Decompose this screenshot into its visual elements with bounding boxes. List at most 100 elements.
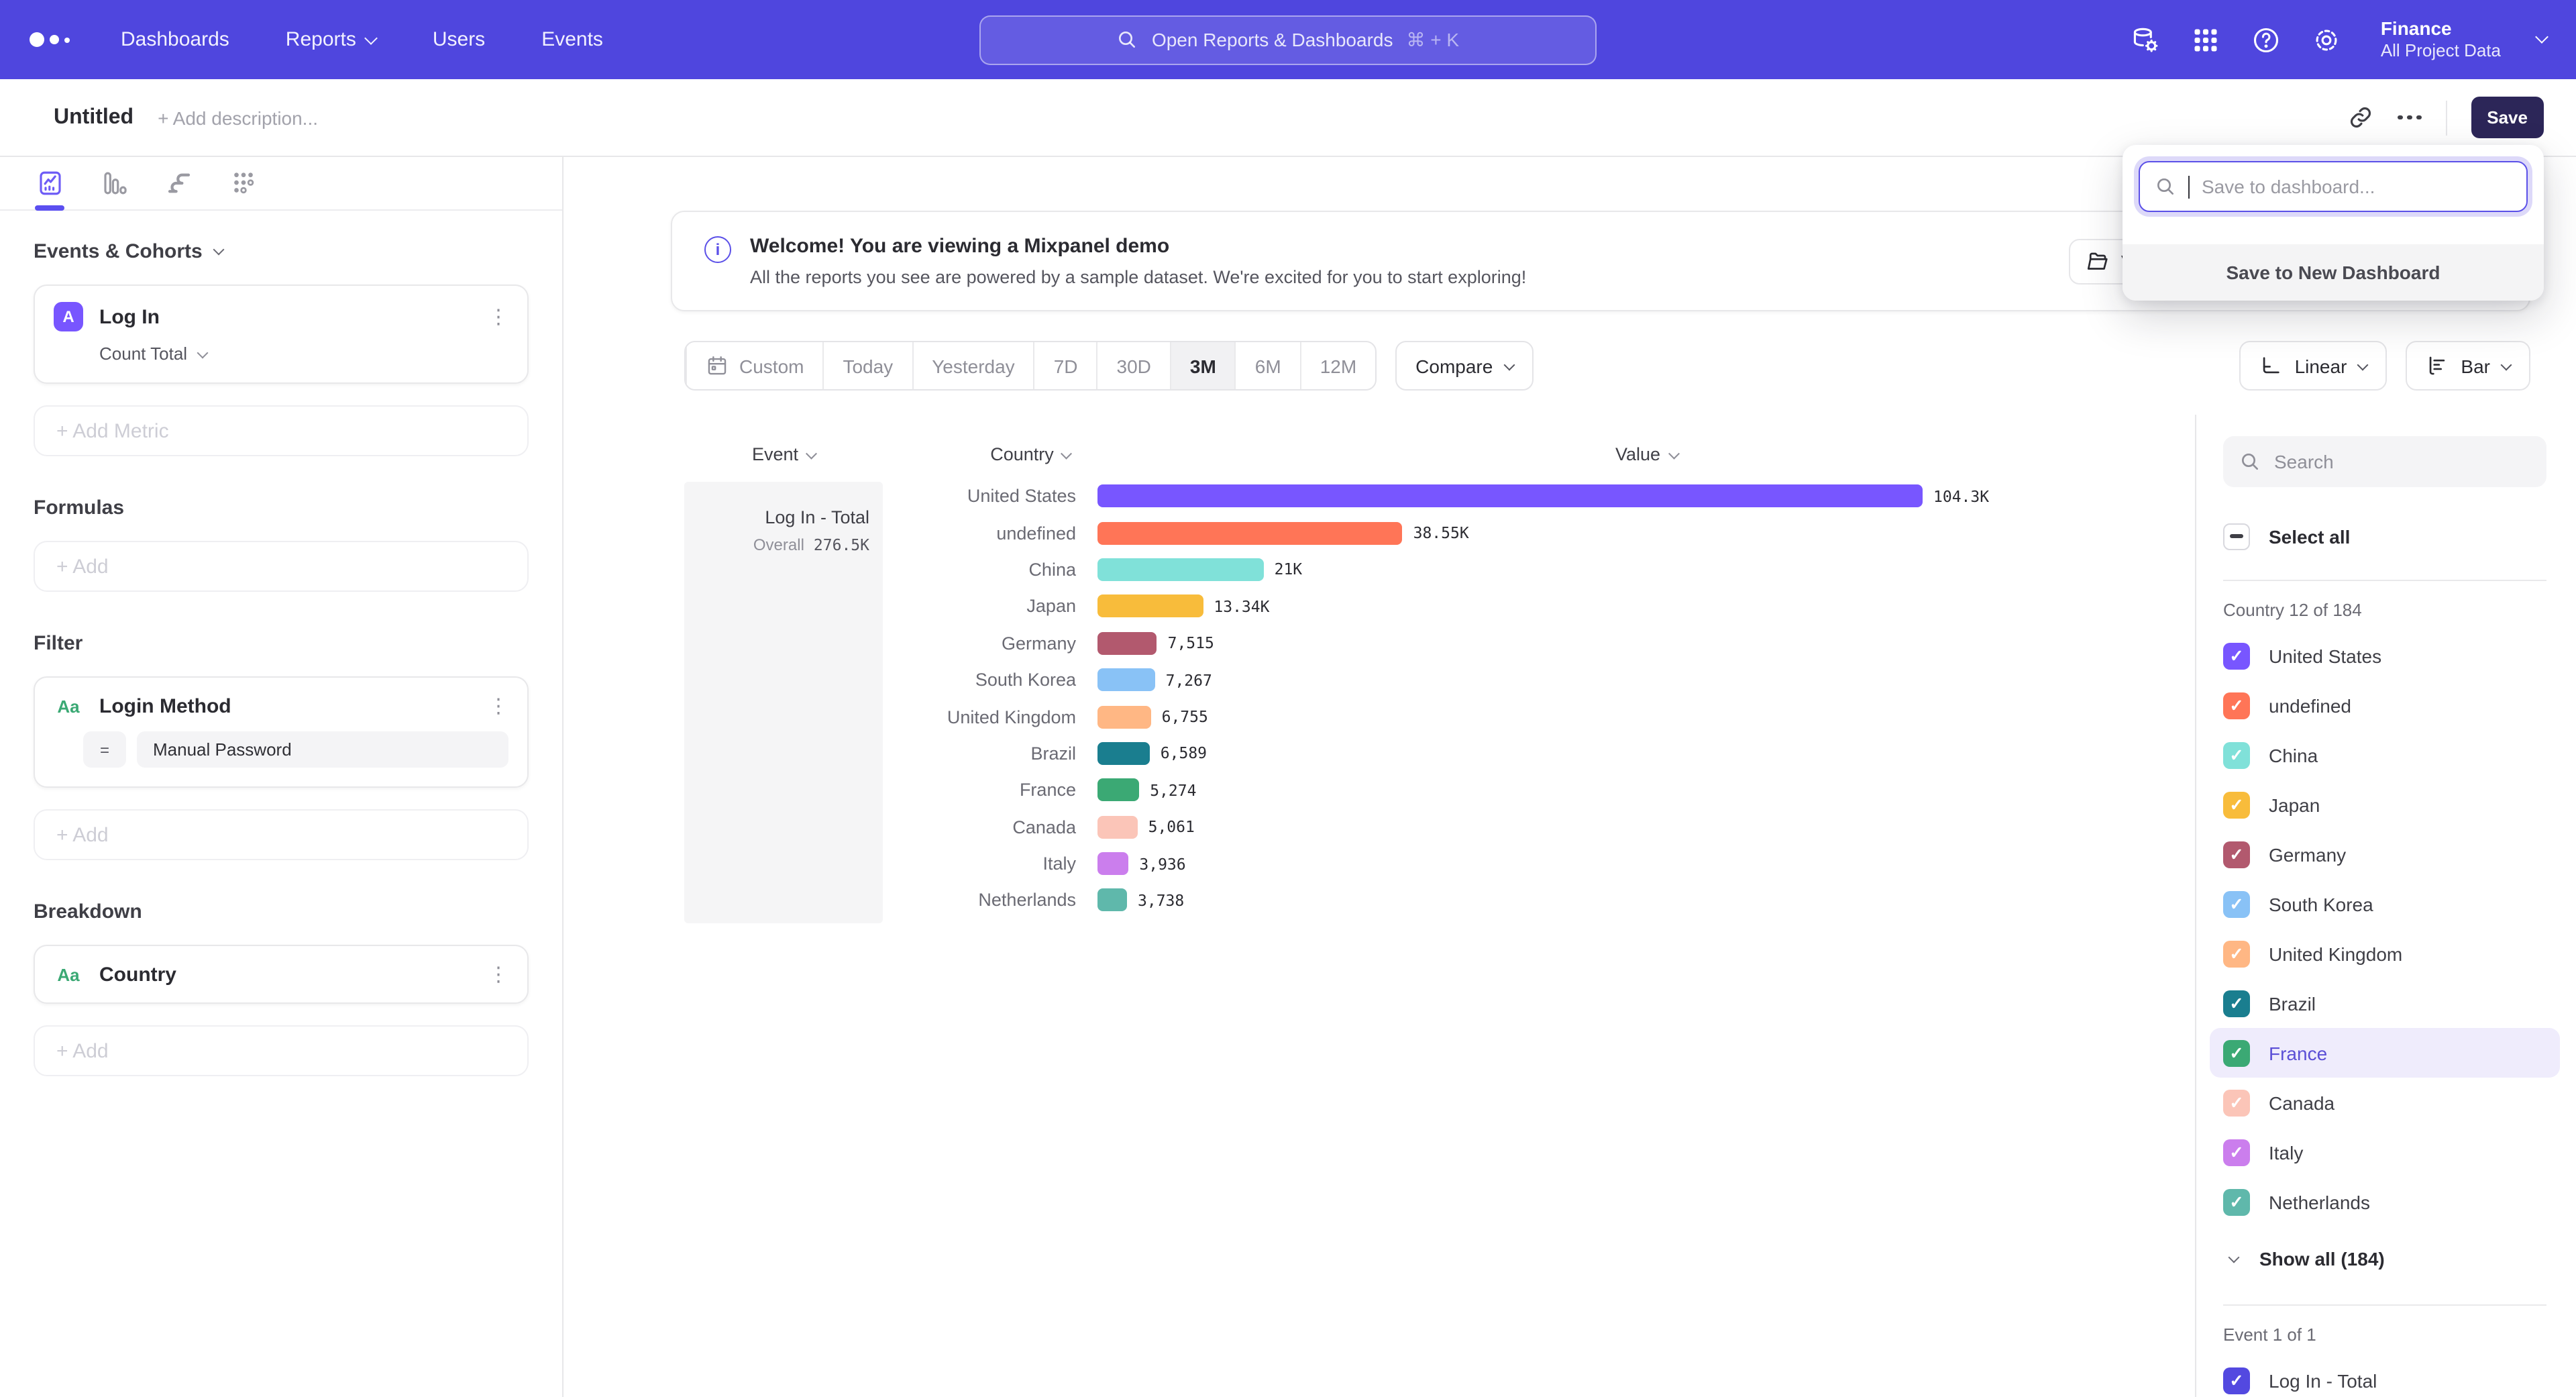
legend-country-row[interactable]: ✓ United Kingdom bbox=[2210, 929, 2560, 978]
country-checkbox[interactable]: ✓ bbox=[2223, 990, 2250, 1017]
bar-segment[interactable] bbox=[1097, 889, 1127, 912]
chart-type-selector[interactable]: Bar bbox=[2406, 341, 2530, 391]
more-options-icon[interactable] bbox=[2398, 115, 2421, 120]
country-checkbox[interactable]: ✓ bbox=[2223, 692, 2250, 719]
bar-segment[interactable] bbox=[1097, 779, 1139, 802]
date-range-option[interactable]: 3M bbox=[1170, 342, 1235, 389]
filter-operator[interactable]: = bbox=[83, 731, 126, 768]
bar-segment[interactable] bbox=[1097, 815, 1138, 838]
legend-country-row[interactable]: ✓ China bbox=[2210, 730, 2560, 780]
date-range-option[interactable]: 30D bbox=[1097, 342, 1170, 389]
help-icon[interactable] bbox=[2252, 25, 2282, 54]
add-formula-button[interactable]: + Add bbox=[34, 541, 529, 592]
add-metric-button[interactable]: + Add Metric bbox=[34, 405, 529, 456]
date-range-option[interactable]: 6M bbox=[1235, 342, 1300, 389]
add-filter-button[interactable]: + Add bbox=[34, 809, 529, 860]
legend-country-row[interactable]: ✓ France bbox=[2210, 1028, 2560, 1078]
kebab-menu-icon[interactable]: ⋮ bbox=[488, 962, 508, 986]
legend-country-row[interactable]: ✓ Italy bbox=[2210, 1127, 2560, 1177]
aggregation-selector[interactable]: Count Total bbox=[99, 344, 508, 364]
data-management-icon[interactable] bbox=[2131, 25, 2161, 54]
filter-card-login-method[interactable]: Aa Login Method ⋮ = Manual Password bbox=[34, 676, 529, 788]
date-range-option[interactable]: 12M bbox=[1300, 342, 1375, 389]
metric-card-log-in[interactable]: A Log In ⋮ Count Total bbox=[34, 284, 529, 384]
info-icon: i bbox=[704, 236, 731, 263]
bar-segment[interactable] bbox=[1097, 668, 1155, 691]
scale-selector[interactable]: Linear bbox=[2240, 341, 2387, 391]
copy-link-icon[interactable] bbox=[2348, 105, 2373, 130]
nav-item[interactable]: Dashboards bbox=[121, 28, 229, 51]
filter-value[interactable]: Manual Password bbox=[137, 731, 508, 768]
legend-country-row[interactable]: ✓ South Korea bbox=[2210, 879, 2560, 929]
nav-item[interactable]: Reports bbox=[286, 28, 376, 51]
bar-value-label: 3,738 bbox=[1138, 891, 1184, 910]
bar-segment[interactable] bbox=[1097, 852, 1128, 875]
event-checkbox[interactable]: ✓ bbox=[2223, 1367, 2250, 1394]
select-all-row[interactable]: Select all bbox=[2210, 511, 2560, 561]
add-breakdown-button[interactable]: + Add bbox=[34, 1025, 529, 1076]
legend-search-input[interactable]: Search bbox=[2223, 436, 2546, 487]
legend-country-row[interactable]: ✓ undefined bbox=[2210, 680, 2560, 730]
bar-segment[interactable] bbox=[1097, 521, 1403, 544]
kebab-menu-icon[interactable]: ⋮ bbox=[488, 694, 508, 718]
country-checkbox[interactable]: ✓ bbox=[2223, 890, 2250, 917]
legend-country-row[interactable]: ✓ Japan bbox=[2210, 780, 2560, 829]
column-header-value[interactable]: Value bbox=[1097, 444, 2195, 464]
bar-segment[interactable] bbox=[1097, 632, 1157, 655]
bar-segment[interactable] bbox=[1097, 705, 1151, 728]
apps-grid-icon[interactable] bbox=[2192, 25, 2221, 54]
country-checkbox[interactable]: ✓ bbox=[2223, 1039, 2250, 1066]
legend-country-row[interactable]: ✓ Brazil bbox=[2210, 978, 2560, 1028]
country-checkbox[interactable]: ✓ bbox=[2223, 642, 2250, 669]
chart-row: Italy 3,936 bbox=[684, 845, 2195, 882]
legend-country-row[interactable]: ✓ Netherlands bbox=[2210, 1177, 2560, 1227]
tab-retention[interactable] bbox=[227, 156, 259, 210]
country-checkbox[interactable]: ✓ bbox=[2223, 1089, 2250, 1116]
kebab-menu-icon[interactable]: ⋮ bbox=[488, 305, 508, 329]
country-checkbox[interactable]: ✓ bbox=[2223, 1188, 2250, 1215]
column-header-country[interactable]: Country bbox=[883, 444, 1097, 464]
global-search-input[interactable]: Open Reports & Dashboards ⌘ + K bbox=[979, 15, 1597, 64]
column-header-event[interactable]: Event bbox=[684, 444, 883, 464]
mixpanel-logo-icon[interactable] bbox=[30, 32, 70, 47]
breakdown-card-country[interactable]: Aa Country ⋮ bbox=[34, 945, 529, 1004]
bar-segment[interactable] bbox=[1097, 742, 1150, 765]
country-checkbox[interactable]: ✓ bbox=[2223, 841, 2250, 868]
compare-button[interactable]: Compare bbox=[1395, 341, 1533, 391]
nav-menu: Dashboards Reports Users Events bbox=[121, 28, 603, 51]
country-checkbox[interactable]: ✓ bbox=[2223, 940, 2250, 967]
bar-segment[interactable] bbox=[1097, 595, 1203, 618]
breakdown-property-name: Country bbox=[99, 963, 176, 986]
chart-row: United States 104.3K bbox=[684, 478, 2195, 515]
nav-item[interactable]: Users bbox=[433, 28, 485, 51]
top-nav: Dashboards Reports Users Events Open Rep… bbox=[0, 0, 2576, 79]
bar-segment[interactable] bbox=[1097, 484, 1923, 507]
settings-gear-icon[interactable] bbox=[2312, 25, 2342, 54]
legend-country-row[interactable]: ✓ Germany bbox=[2210, 829, 2560, 879]
date-range-option[interactable]: 7D bbox=[1034, 342, 1097, 389]
legend-event-row[interactable]: ✓ Log In - Total bbox=[2210, 1355, 2560, 1397]
chevron-down-icon bbox=[806, 448, 817, 458]
tab-insights[interactable] bbox=[34, 156, 66, 210]
add-description-field[interactable]: + Add description... bbox=[158, 107, 318, 128]
country-checkbox[interactable]: ✓ bbox=[2223, 791, 2250, 818]
show-all-button[interactable]: Show all (184) bbox=[2223, 1232, 2546, 1286]
report-title[interactable]: Untitled bbox=[54, 105, 133, 130]
date-range-option[interactable]: Today bbox=[822, 342, 912, 389]
tab-funnels[interactable] bbox=[98, 156, 130, 210]
bar-segment[interactable] bbox=[1097, 558, 1264, 581]
date-range-option[interactable]: Yesterday bbox=[912, 342, 1034, 389]
legend-country-row[interactable]: ✓ United States bbox=[2210, 631, 2560, 680]
legend-country-row[interactable]: ✓ Canada bbox=[2210, 1078, 2560, 1127]
dashboard-search-input[interactable]: Save to dashboard... bbox=[2139, 161, 2528, 212]
project-selector[interactable]: Finance All Project Data bbox=[2381, 17, 2501, 62]
nav-item[interactable]: Events bbox=[541, 28, 603, 51]
save-to-new-dashboard-button[interactable]: Save to New Dashboard bbox=[2123, 244, 2544, 301]
select-all-checkbox[interactable] bbox=[2223, 523, 2250, 550]
date-range-option[interactable]: Custom bbox=[686, 342, 822, 389]
country-checkbox[interactable]: ✓ bbox=[2223, 1139, 2250, 1166]
country-checkbox[interactable]: ✓ bbox=[2223, 741, 2250, 768]
tab-flows[interactable] bbox=[162, 156, 195, 210]
save-button[interactable]: Save bbox=[2471, 97, 2544, 138]
events-cohorts-header[interactable]: Events & Cohorts bbox=[34, 240, 529, 263]
